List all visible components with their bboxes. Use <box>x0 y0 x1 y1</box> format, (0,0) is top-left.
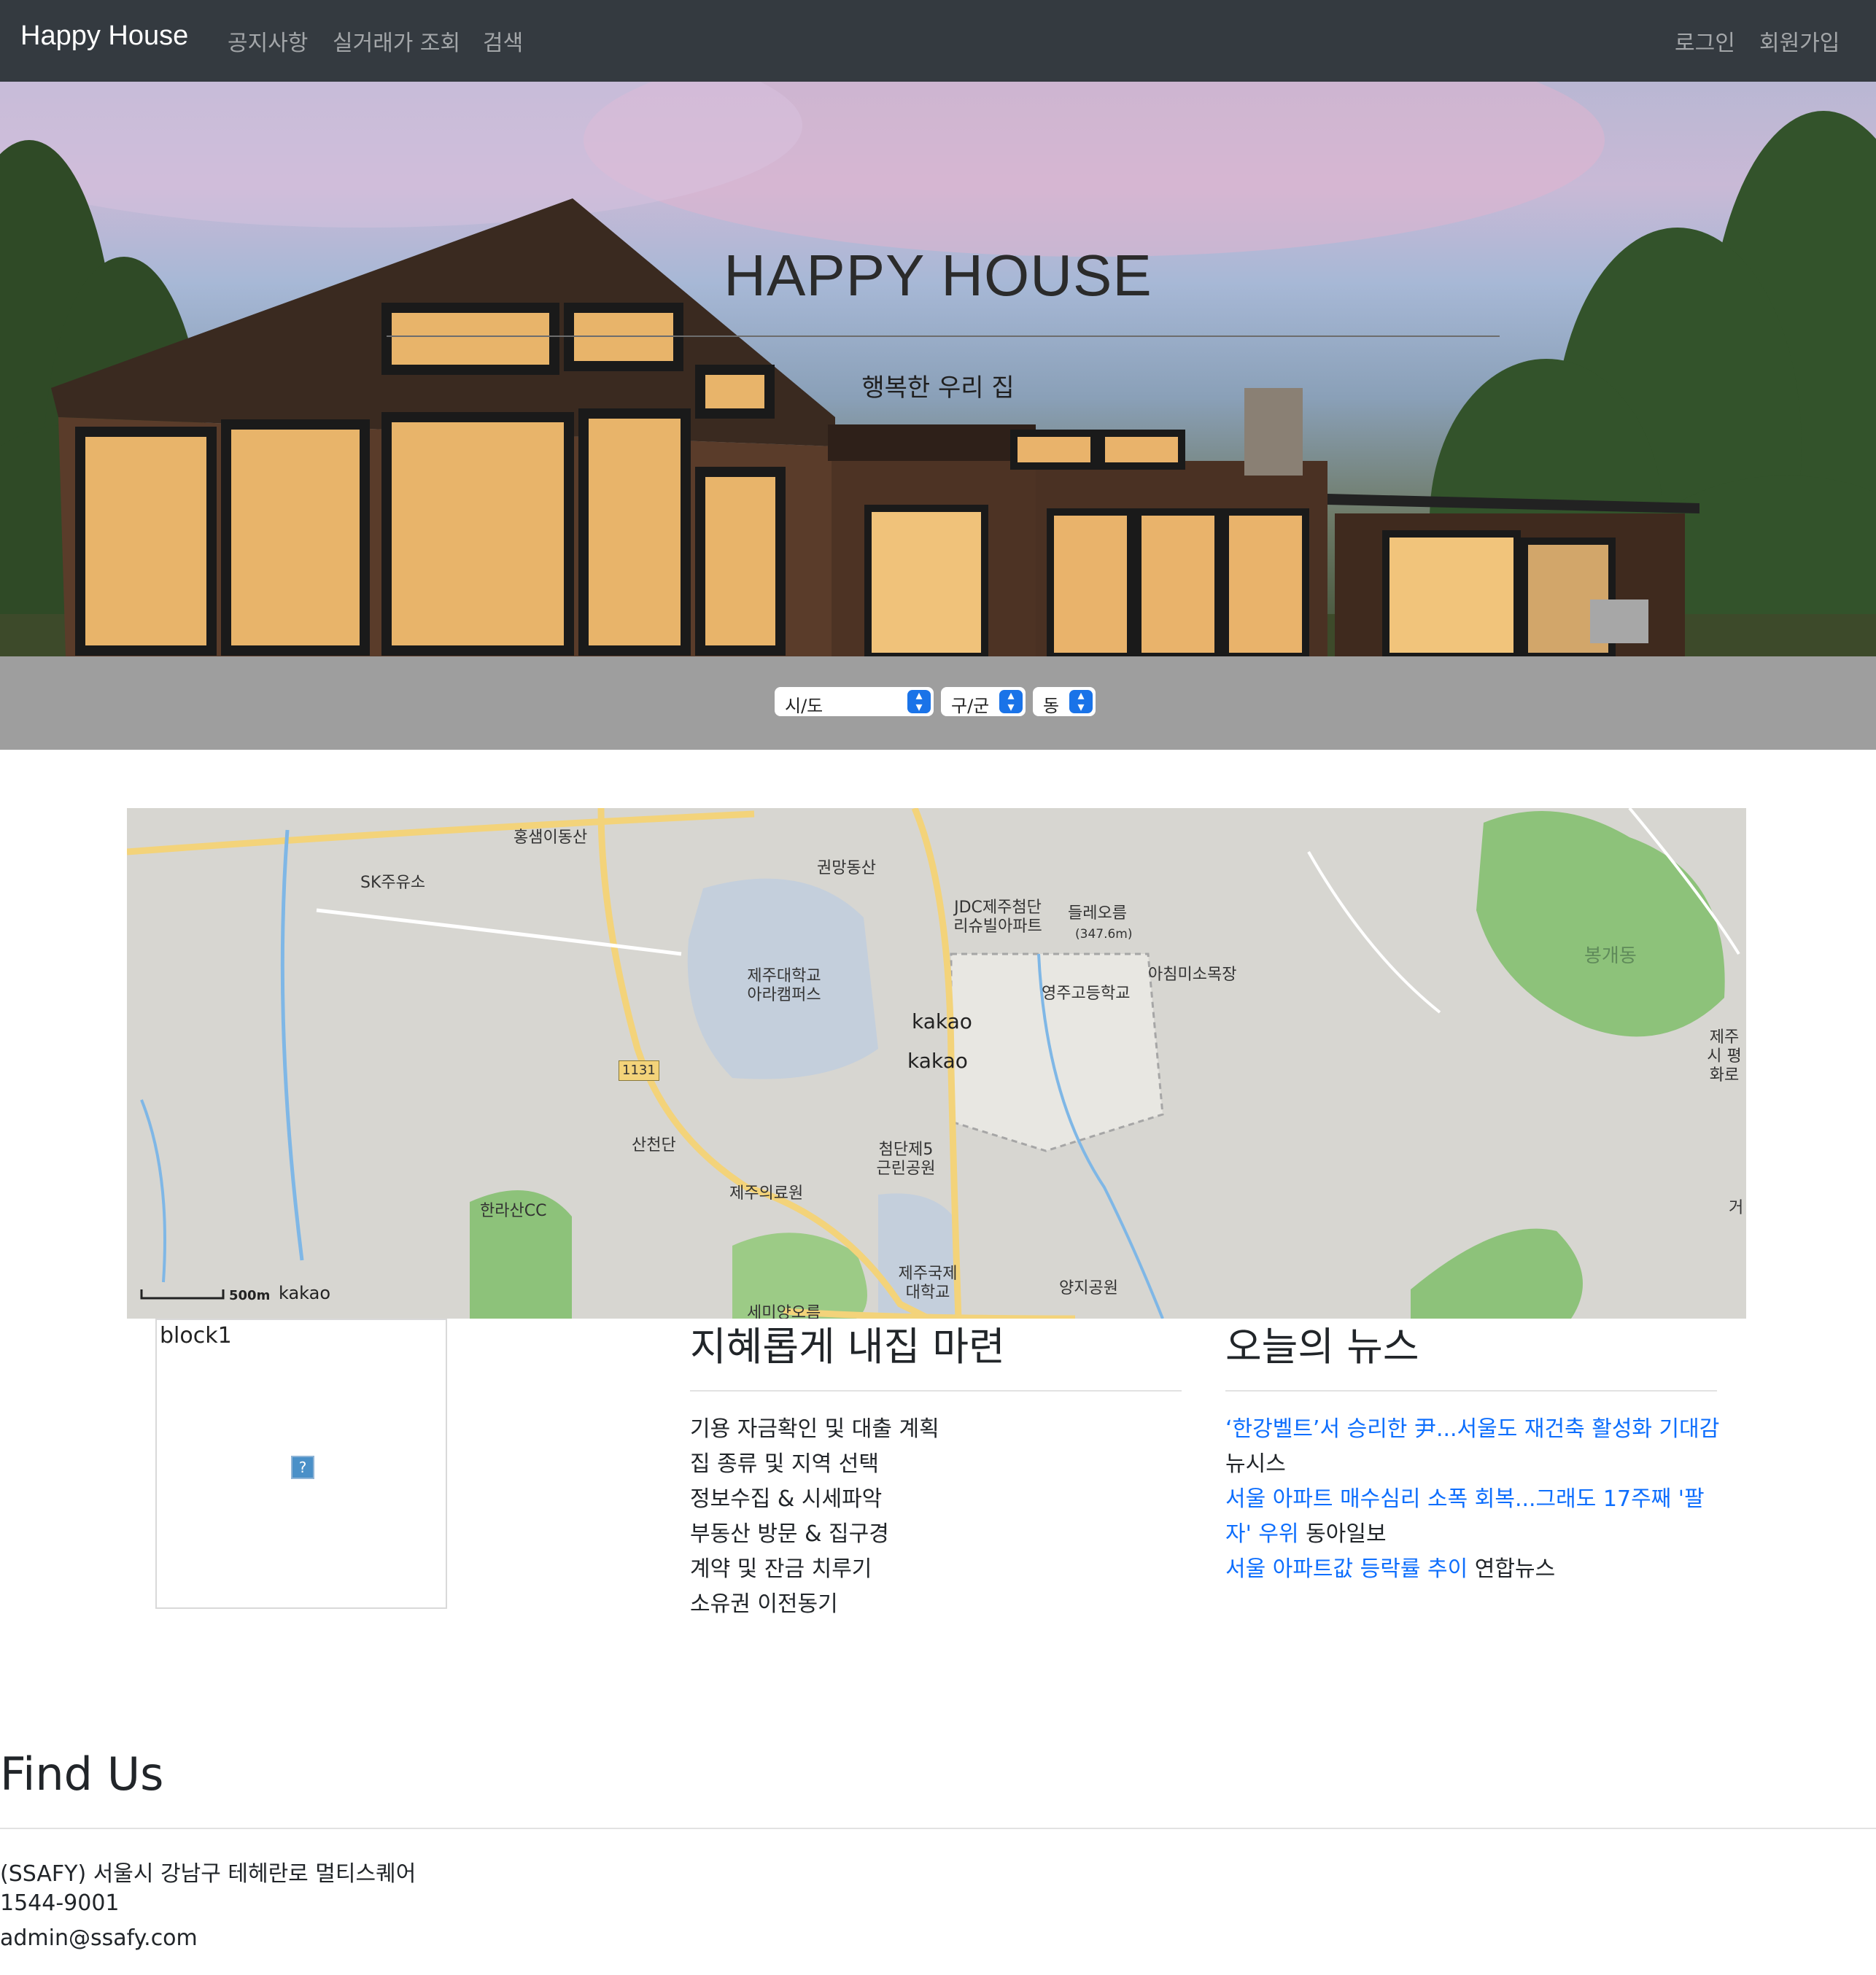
map-label: 봉개동 <box>1584 945 1637 967</box>
select-arrows-icon: ▴ ▾ <box>1069 689 1093 714</box>
select-arrows-icon: ▴ ▾ <box>907 689 931 714</box>
navbar: Happy House 공지사항 실거래가 조회 검색 로그인 회원가입 <box>0 0 1876 82</box>
news-headline-link[interactable]: 서울 아파트값 등락률 추이 <box>1225 1556 1468 1582</box>
map-label: 한라산CC <box>480 1202 547 1220</box>
map-label: (347.6m) <box>1075 927 1133 942</box>
map-label: 제주의료원 <box>729 1184 804 1203</box>
broken-image-icon: ? <box>291 1456 314 1479</box>
region-select-bar: 시/도 ▴ ▾ 구/군 ▴ ▾ 동 ▴ ▾ <box>0 656 1876 750</box>
plan-steps-list: 기용 자금확인 및 대출 계획 집 종류 및 지역 선택 정보수집 & 시세파악… <box>690 1412 939 1622</box>
news-title: 오늘의 뉴스 <box>1225 1324 1419 1370</box>
dong-select-value: 동 <box>1043 696 1060 716</box>
map-label: 권망동산 <box>817 859 876 877</box>
brand-link[interactable]: Happy House <box>20 20 188 52</box>
map-marker-label[interactable]: kakao <box>907 1049 968 1073</box>
map-label: 제주대학교 아라캠퍼스 <box>747 967 821 1004</box>
gugun-select-value: 구/군 <box>951 696 990 716</box>
footer-phone: 1544-9001 <box>0 1890 120 1916</box>
map-marker-label[interactable]: kakao <box>912 1009 972 1033</box>
map-label: 영주고등학교 <box>1042 985 1131 1003</box>
news-headline-link[interactable]: 서울 아파트 매수심리 소폭 회복...그래도 17주째 '팔자' 우위 <box>1225 1486 1705 1547</box>
map-label: 홍샘이동산 <box>513 829 588 847</box>
hero-title: HAPPY HOUSE <box>724 243 1152 308</box>
plan-step: 소유권 이전동기 <box>690 1591 838 1617</box>
hero-divider <box>387 335 1500 337</box>
footer-email[interactable]: admin@ssafy.com <box>0 1925 198 1951</box>
block1-card: block1 ? <box>155 1319 447 1609</box>
plan-step: 집 종류 및 지역 선택 <box>690 1451 879 1477</box>
map-attribution[interactable]: kakao <box>279 1284 330 1303</box>
dong-select[interactable]: 동 ▴ ▾ <box>1033 687 1096 716</box>
plan-step: 계약 및 잔금 치루기 <box>690 1556 872 1582</box>
news-headline-link[interactable]: ‘한강벨트’서 승리한 尹...서울도 재건축 활성화 기대감 <box>1225 1416 1719 1442</box>
login-link[interactable]: 로그인 <box>1675 25 1735 57</box>
road-number-badge: 1131 <box>619 1060 659 1081</box>
hero-banner: HAPPY HOUSE 행복한 우리 집 <box>0 82 1876 656</box>
map-scale-label: 500m <box>229 1288 271 1303</box>
news-item: ‘한강벨트’서 승리한 尹...서울도 재건축 활성화 기대감 뉴시스 <box>1225 1412 1729 1482</box>
plan-step: 기용 자금확인 및 대출 계획 <box>690 1416 939 1442</box>
plan-step: 부동산 방문 & 집구경 <box>690 1521 889 1547</box>
block1-label: block1 <box>160 1323 232 1349</box>
footer-address: (SSAFY) 서울시 강남구 테헤란로 멀티스퀘어 <box>0 1861 416 1887</box>
map-label: SK주유소 <box>360 874 426 892</box>
sido-select[interactable]: 시/도 ▴ ▾ <box>775 687 934 716</box>
select-arrows-icon: ▴ ▾ <box>999 689 1023 714</box>
map-label: 산천단 <box>632 1136 676 1155</box>
plan-title: 지혜롭게 내집 마련 <box>690 1324 1005 1370</box>
news-source: 연합뉴스 <box>1474 1556 1556 1582</box>
plan-step: 정보수집 & 시세파악 <box>690 1486 883 1512</box>
map-label: 거 <box>1729 1199 1744 1217</box>
news-divider <box>1225 1390 1717 1392</box>
map-label: 들레오름 <box>1068 904 1127 923</box>
nav-link-notice[interactable]: 공지사항 <box>228 25 308 57</box>
nav-link-search[interactable]: 검색 <box>483 25 523 57</box>
map-label: 제주국제 대학교 <box>898 1265 958 1302</box>
kakao-map[interactable]: 홍샘이동산 SK주유소 권망동산 JDC제주첨단 리슈빌아파트 들레오름 (34… <box>127 808 1746 1319</box>
sido-select-value: 시/도 <box>785 696 823 716</box>
news-source: 뉴시스 <box>1225 1451 1286 1477</box>
news-list: ‘한강벨트’서 승리한 尹...서울도 재건축 활성화 기대감 뉴시스 서울 아… <box>1225 1412 1729 1587</box>
hero-subtitle: 행복한 우리 집 <box>861 373 1015 403</box>
map-label: 아침미소목장 <box>1148 966 1237 984</box>
signup-link[interactable]: 회원가입 <box>1759 25 1840 57</box>
map-label: JDC제주첨단 리슈빌아파트 <box>953 899 1042 936</box>
news-item: 서울 아파트 매수심리 소폭 회복...그래도 17주째 '팔자' 우위 동아일… <box>1225 1482 1729 1552</box>
map-label: 첨단제5 근린공원 <box>876 1141 936 1178</box>
nav-link-transaction[interactable]: 실거래가 조회 <box>333 25 460 57</box>
news-source: 동아일보 <box>1306 1521 1387 1547</box>
map-label: 양지공원 <box>1059 1279 1118 1297</box>
map-label: 제주시 평화로 <box>1707 1028 1742 1084</box>
find-us-divider <box>0 1828 1876 1829</box>
find-us-title: Find Us <box>0 1747 164 1801</box>
gugun-select[interactable]: 구/군 ▴ ▾ <box>941 687 1026 716</box>
news-item: 서울 아파트값 등락률 추이 연합뉴스 <box>1225 1552 1729 1587</box>
plan-divider <box>690 1390 1182 1392</box>
